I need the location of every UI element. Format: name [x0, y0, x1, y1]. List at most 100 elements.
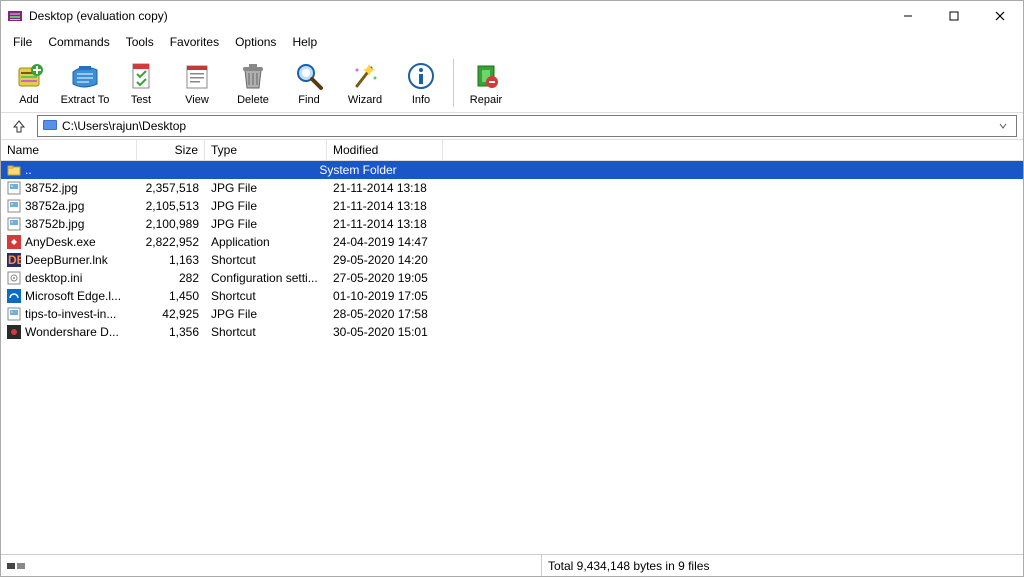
file-size: 1,356 — [137, 325, 205, 339]
toolbar-add[interactable]: Add — [1, 54, 57, 112]
toolbar-label: Delete — [237, 94, 269, 106]
toolbar-label: Add — [19, 94, 39, 106]
toolbar-label: Info — [412, 94, 430, 106]
file-row[interactable]: AnyDesk.exe2,822,952Application24-04-201… — [1, 233, 1023, 251]
window-controls — [885, 1, 1023, 31]
menu-item-options[interactable]: Options — [227, 33, 284, 51]
file-type: JPG File — [205, 199, 327, 213]
toolbar-info[interactable]: Info — [393, 54, 449, 112]
file-type: System Folder — [137, 163, 579, 177]
file-name: 38752b.jpg — [25, 217, 84, 231]
delete-icon — [237, 60, 269, 92]
status-text: Total 9,434,148 bytes in 9 files — [541, 555, 1023, 576]
file-modified: 21-11-2014 13:18 — [327, 217, 443, 231]
column-header-type[interactable]: Type — [205, 140, 327, 160]
parent-folder-row[interactable]: ..System Folder — [1, 161, 1023, 179]
column-header-modified[interactable]: Modified — [327, 140, 443, 160]
file-icon — [7, 235, 21, 249]
toolbar-label: Extract To — [61, 94, 110, 106]
column-header-size[interactable]: Size — [137, 140, 205, 160]
toolbar-view[interactable]: View — [169, 54, 225, 112]
file-row[interactable]: 38752.jpg2,357,518JPG File21-11-2014 13:… — [1, 179, 1023, 197]
maximize-button[interactable] — [931, 1, 977, 31]
menu-item-favorites[interactable]: Favorites — [162, 33, 227, 51]
file-icon — [7, 217, 21, 231]
menu-item-file[interactable]: File — [5, 33, 40, 51]
file-type: Configuration setti... — [205, 271, 327, 285]
extract-icon — [69, 60, 101, 92]
toolbar-label: View — [185, 94, 209, 106]
file-type: Shortcut — [205, 253, 327, 267]
file-type: JPG File — [205, 217, 327, 231]
file-icon — [7, 325, 21, 339]
toolbar-delete[interactable]: Delete — [225, 54, 281, 112]
file-type: Shortcut — [205, 289, 327, 303]
file-name: AnyDesk.exe — [25, 235, 96, 249]
status-icon — [7, 561, 27, 571]
file-size: 282 — [137, 271, 205, 285]
file-row[interactable]: 38752a.jpg2,105,513JPG File21-11-2014 13… — [1, 197, 1023, 215]
file-modified: 21-11-2014 13:18 — [327, 181, 443, 195]
add-icon — [13, 60, 45, 92]
toolbar-wizard[interactable]: Wizard — [337, 54, 393, 112]
find-icon — [293, 60, 325, 92]
file-modified: 27-05-2020 19:05 — [327, 271, 443, 285]
file-list: ..System Folder38752.jpg2,357,518JPG Fil… — [1, 161, 1023, 554]
address-row: C:\Users\rajun\Desktop — [1, 113, 1023, 139]
file-row[interactable]: tips-to-invest-in...42,925JPG File28-05-… — [1, 305, 1023, 323]
repair-icon — [470, 60, 502, 92]
column-headers: Name Size Type Modified — [1, 139, 1023, 161]
toolbar-test[interactable]: Test — [113, 54, 169, 112]
drive-icon — [42, 118, 58, 134]
file-size: 2,822,952 — [137, 235, 205, 249]
statusbar: Total 9,434,148 bytes in 9 files — [1, 554, 1023, 576]
file-size: 2,100,989 — [137, 217, 205, 231]
file-size: 2,105,513 — [137, 199, 205, 213]
toolbar-extract-to[interactable]: Extract To — [57, 54, 113, 112]
file-type: Shortcut — [205, 325, 327, 339]
file-type: JPG File — [205, 181, 327, 195]
toolbar-find[interactable]: Find — [281, 54, 337, 112]
file-icon — [7, 181, 21, 195]
file-size: 42,925 — [137, 307, 205, 321]
file-modified: 01-10-2019 17:05 — [327, 289, 443, 303]
file-name: 38752.jpg — [25, 181, 78, 195]
menu-item-commands[interactable]: Commands — [40, 33, 117, 51]
toolbar: Add Extract ToTest View Delete Find Wizard Inf… — [1, 53, 1023, 113]
file-name: desktop.ini — [25, 271, 82, 285]
toolbar-label: Repair — [470, 94, 502, 106]
file-name: Wondershare D... — [25, 325, 119, 339]
file-row[interactable]: Microsoft Edge.l...1,450Shortcut01-10-20… — [1, 287, 1023, 305]
winrar-app-icon — [7, 8, 23, 24]
file-row[interactable]: DB DeepBurner.lnk 1,163Shortcut29-05-2020 … — [1, 251, 1023, 269]
file-row[interactable]: desktop.ini 282Configuration setti...27-0… — [1, 269, 1023, 287]
column-header-name[interactable]: Name — [1, 140, 137, 160]
file-row[interactable]: Wondershare D...1,356Shortcut30-05-2020 … — [1, 323, 1023, 341]
chevron-down-icon[interactable] — [998, 121, 1012, 131]
file-icon — [7, 307, 21, 321]
app-window: Desktop (evaluation copy) FileCommandsTo… — [0, 0, 1024, 577]
path-text: C:\Users\rajun\Desktop — [62, 119, 998, 133]
folder-up-icon — [7, 163, 21, 177]
file-icon: DB — [7, 253, 21, 267]
file-name: Microsoft Edge.l... — [25, 289, 121, 303]
file-modified: 24-04-2019 14:47 — [327, 235, 443, 249]
file-name: DeepBurner.lnk — [25, 253, 108, 267]
toolbar-repair[interactable]: Repair — [458, 54, 514, 112]
file-name: tips-to-invest-in... — [25, 307, 116, 321]
close-button[interactable] — [977, 1, 1023, 31]
up-button[interactable] — [7, 115, 31, 137]
file-row[interactable]: 38752b.jpg 2,100,989JPG File21-11-2014 13… — [1, 215, 1023, 233]
menu-item-tools[interactable]: Tools — [118, 33, 162, 51]
file-modified: 21-11-2014 13:18 — [327, 199, 443, 213]
menubar: FileCommandsToolsFavoritesOptionsHelp — [1, 31, 1023, 53]
minimize-button[interactable] — [885, 1, 931, 31]
file-modified: 29-05-2020 14:20 — [327, 253, 443, 267]
file-size: 1,163 — [137, 253, 205, 267]
file-icon — [7, 199, 21, 213]
path-box[interactable]: C:\Users\rajun\Desktop — [37, 115, 1017, 137]
menu-item-help[interactable]: Help — [284, 33, 325, 51]
view-icon — [181, 60, 213, 92]
file-icon — [7, 289, 21, 303]
toolbar-label: Wizard — [348, 94, 382, 106]
